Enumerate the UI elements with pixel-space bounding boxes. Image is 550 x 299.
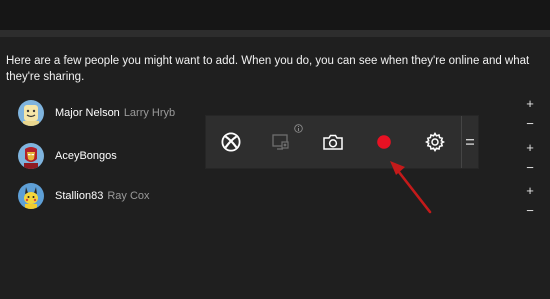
record-icon: [377, 135, 391, 149]
list-item[interactable]: Major Nelson Larry Hryb: [18, 99, 175, 127]
iron-man-avatar-icon: [18, 143, 44, 169]
annotation-arrow-icon: [390, 161, 432, 214]
smiley-avatar-icon: [18, 100, 44, 126]
grip-icon: [466, 139, 474, 145]
xbox-icon: [221, 132, 241, 152]
info-icon[interactable]: [294, 120, 303, 138]
list-item[interactable]: Stallion83 Ray Cox: [18, 182, 150, 210]
avatar: [18, 183, 44, 209]
game-bar: [206, 116, 478, 168]
add-button[interactable]: +: [523, 97, 537, 111]
real-name: Ray Cox: [107, 190, 150, 202]
add-button[interactable]: +: [523, 141, 537, 155]
remove-button[interactable]: −: [523, 117, 537, 131]
remove-button[interactable]: −: [523, 161, 537, 175]
remove-button[interactable]: −: [523, 204, 537, 218]
header-band: [0, 0, 550, 30]
pikachu-avatar-icon: [18, 183, 44, 209]
grip-handle[interactable]: [462, 116, 478, 168]
camera-icon: [323, 134, 343, 150]
screenshot-button[interactable]: [311, 116, 355, 168]
gamertag: Major Nelson: [55, 107, 120, 119]
screenshot-background-record-icon: [272, 134, 289, 150]
gear-icon: [425, 132, 445, 152]
real-name: Larry Hryb: [123, 107, 176, 119]
avatar: [18, 143, 44, 169]
list-item[interactable]: AceyBongos: [18, 142, 121, 170]
suggestion-text: Here are a few people you might want to …: [6, 55, 530, 83]
avatar: [18, 100, 44, 126]
xbox-button[interactable]: [209, 116, 253, 168]
gamertag: AceyBongos: [55, 150, 117, 162]
gamertag: Stallion83: [55, 190, 104, 202]
add-button[interactable]: +: [523, 184, 537, 198]
header-divider: [0, 30, 550, 37]
